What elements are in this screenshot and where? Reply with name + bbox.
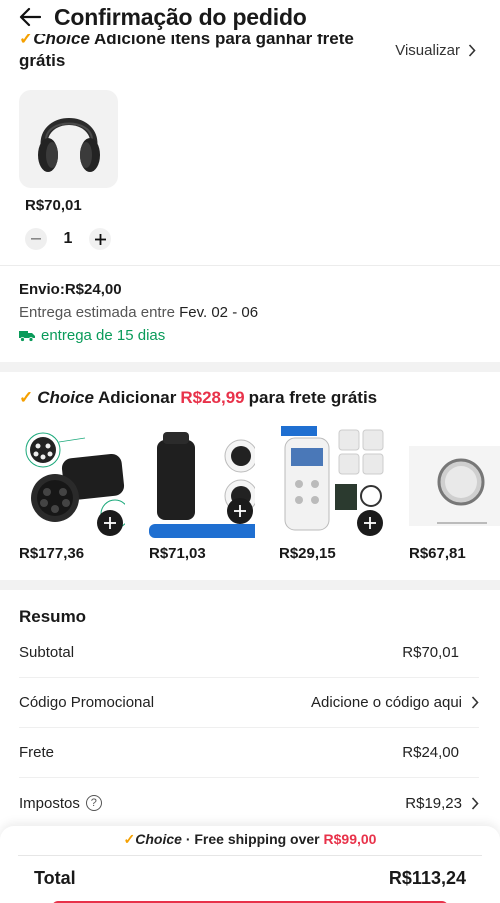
choice-promo-amount: R$28,99 (180, 388, 245, 407)
page-title: Confirmação do pedido (54, 3, 307, 30)
delivery-estimate-dates: Fev. 02 - 06 (179, 304, 259, 321)
quantity-stepper: 1 (25, 228, 111, 250)
total-label: Total (34, 868, 76, 888)
add-to-cart-button[interactable] (97, 510, 123, 536)
recommended-products: R$177,36 R$71,03 R$29,15 R$67,81 (19, 426, 500, 568)
summary-value: R$19,23 (405, 794, 462, 812)
section-separator (0, 580, 500, 590)
summary-row-shipping: Frete R$24,00 (19, 728, 479, 778)
choice-promo-prefix: Adicionar (97, 388, 177, 407)
recommended-product[interactable]: R$71,03 (149, 426, 267, 562)
headphones-icon (37, 118, 100, 172)
chevron-right-icon (468, 44, 476, 57)
minus-icon (31, 238, 41, 240)
view-button[interactable]: Visualizar (395, 42, 476, 59)
choice-label: Choice (37, 388, 94, 407)
divider (18, 855, 482, 856)
product-price: R$177,36 (19, 545, 85, 562)
add-to-cart-button[interactable] (227, 498, 253, 524)
plus-icon (364, 517, 376, 529)
item-price: R$70,01 (25, 197, 82, 214)
tesla-charger-adapter-product-image (149, 426, 255, 538)
shipping-title: Envio:R$24,00 (19, 281, 122, 298)
recommended-product[interactable]: R$177,36 (19, 426, 137, 562)
truck-icon (19, 330, 35, 342)
summary-title: Resumo (19, 607, 87, 626)
summary-row-subtotal: Subtotal R$70,01 (19, 628, 479, 678)
free-shipping-heading: ✓Choice Adicione itens para ganhar frete… (19, 34, 389, 78)
free-shipping-banner: ✓Choice · Free shipping over R$99,00 (0, 831, 500, 848)
increase-quantity-button[interactable] (89, 228, 111, 250)
divider (0, 265, 500, 266)
choice-label: Choice (33, 34, 90, 48)
check-icon: ✓ (19, 388, 34, 407)
summary-label: Subtotal (19, 644, 75, 661)
checkout-bottom-bar: ✓Choice · Free shipping over R$99,00 Tot… (0, 826, 500, 903)
plus-icon (104, 517, 116, 529)
delivery-estimate-prefix: Entrega estimada entre (19, 304, 175, 321)
summary-row-promo-code[interactable]: Código Promocional Adicione o código aqu… (19, 678, 479, 728)
shipping-info: Envio:R$24,00 Entrega estimada entre Fev… (19, 281, 258, 344)
free-shipping-amount: R$99,00 (323, 831, 377, 847)
decrease-quantity-button[interactable] (25, 228, 47, 250)
summary-value: R$24,00 (402, 744, 459, 761)
view-label: Visualizar (395, 42, 460, 59)
ev-adapter-product-image (19, 426, 125, 538)
free-shipping-text: · Free shipping over (185, 831, 320, 847)
product-price: R$71,03 (149, 545, 206, 562)
arrow-left-icon (19, 7, 41, 27)
total-row: Total R$113,24 (34, 868, 466, 889)
summary-label: Frete (19, 744, 55, 761)
top-app-bar: Confirmação do pedido (0, 0, 500, 34)
delivery-days-text: entrega de 15 dias (41, 327, 166, 344)
section-separator (0, 362, 500, 372)
help-icon[interactable]: ? (85, 795, 102, 811)
headphones-product-image[interactable] (19, 90, 118, 188)
recommended-product[interactable]: R$29,15 (279, 426, 397, 562)
chevron-right-icon (471, 796, 479, 810)
quantity-value: 1 (63, 230, 73, 247)
delivery-days: entrega de 15 dias (19, 327, 258, 344)
product-price: R$29,15 (279, 545, 336, 562)
delivery-estimate: Entrega estimada entre Fev. 02 - 06 (19, 304, 258, 321)
bep-gadget-product-image (409, 426, 500, 538)
choice-promo-suffix: para frete grátis (248, 388, 378, 407)
tens-massager-product-image (279, 426, 385, 538)
summary-label: Impostos (19, 794, 80, 812)
add-to-cart-button[interactable] (357, 510, 383, 536)
promo-code-link[interactable]: Adicione o código aqui (311, 694, 462, 711)
choice-promo-heading: ✓ Choice Adicionar R$28,99 para frete gr… (19, 388, 377, 408)
product-price: R$67,81 (409, 545, 466, 562)
summary-value: R$70,01 (402, 644, 459, 661)
total-value: R$113,24 (388, 868, 466, 888)
recommended-product[interactable]: R$67,81 (409, 426, 500, 562)
chevron-right-icon (471, 696, 479, 709)
summary-label: Código Promocional (19, 694, 155, 711)
summary-row-taxes[interactable]: Impostos ? R$19,23 (19, 778, 479, 828)
check-icon: ✓ (19, 34, 34, 48)
cart-group-section: ✓Choice Adicione itens para ganhar frete… (0, 34, 500, 266)
check-icon: ✓ (123, 831, 136, 847)
plus-icon (234, 505, 246, 517)
plus-icon (94, 233, 106, 245)
choice-label: Choice (135, 831, 182, 847)
back-button[interactable] (10, 0, 50, 34)
